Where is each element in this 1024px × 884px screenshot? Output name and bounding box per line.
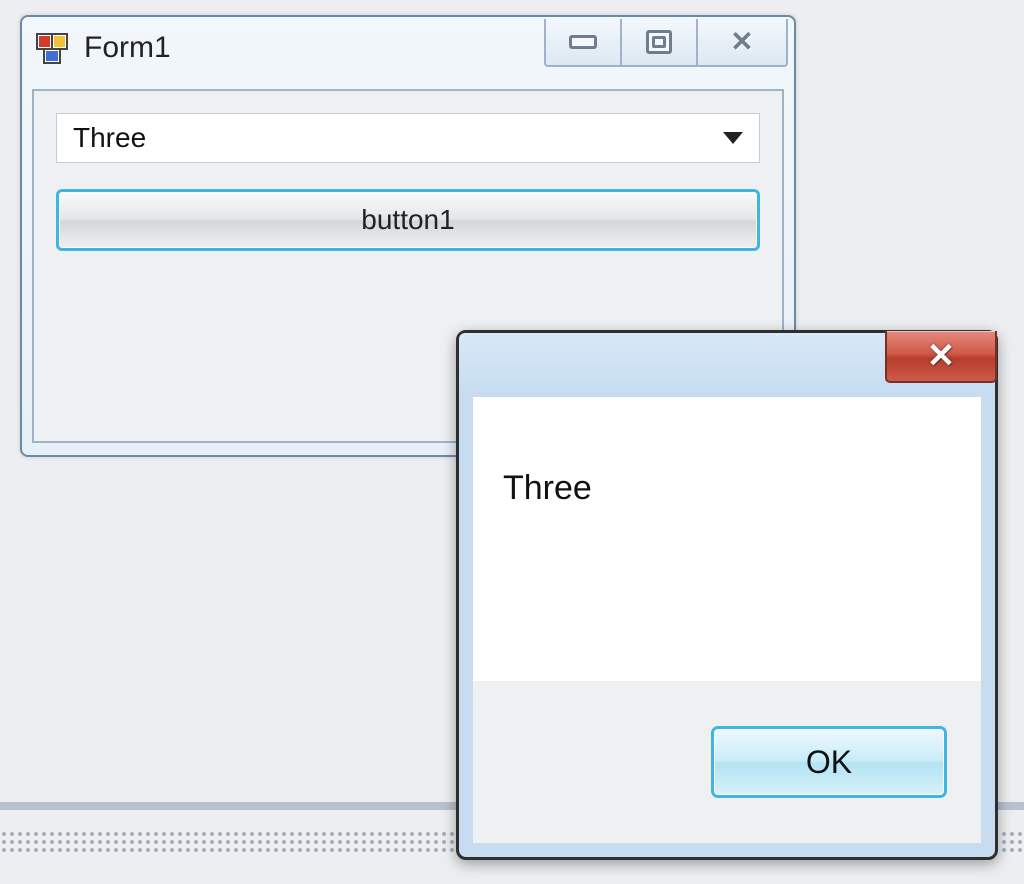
messagebox-titlebar[interactable]: ✕ [459,333,995,395]
button1[interactable]: button1 [56,189,760,251]
minimize-icon [569,35,597,49]
messagebox-text: Three [503,469,951,508]
close-icon: ✕ [927,336,956,376]
maximize-button[interactable] [620,19,698,67]
ok-button-label: OK [806,744,852,781]
form1-title: Form1 [84,31,546,65]
maximize-icon [646,30,672,54]
caption-buttons: ✕ [546,19,788,67]
form1-titlebar[interactable]: Form1 ✕ [22,17,794,79]
app-icon [36,33,66,63]
combobox[interactable]: Three [56,113,760,163]
close-button[interactable]: ✕ [696,19,788,67]
combobox-value: Three [73,122,146,154]
ok-button[interactable]: OK [711,726,947,798]
messagebox-window: ✕ Three OK [456,330,998,860]
button1-label: button1 [361,204,454,236]
messagebox-body: Three [473,397,981,681]
close-icon: ✕ [730,28,753,56]
messagebox-footer: OK [473,681,981,843]
messagebox-close-button[interactable]: ✕ [885,331,997,383]
minimize-button[interactable] [544,19,622,67]
chevron-down-icon [723,132,743,144]
